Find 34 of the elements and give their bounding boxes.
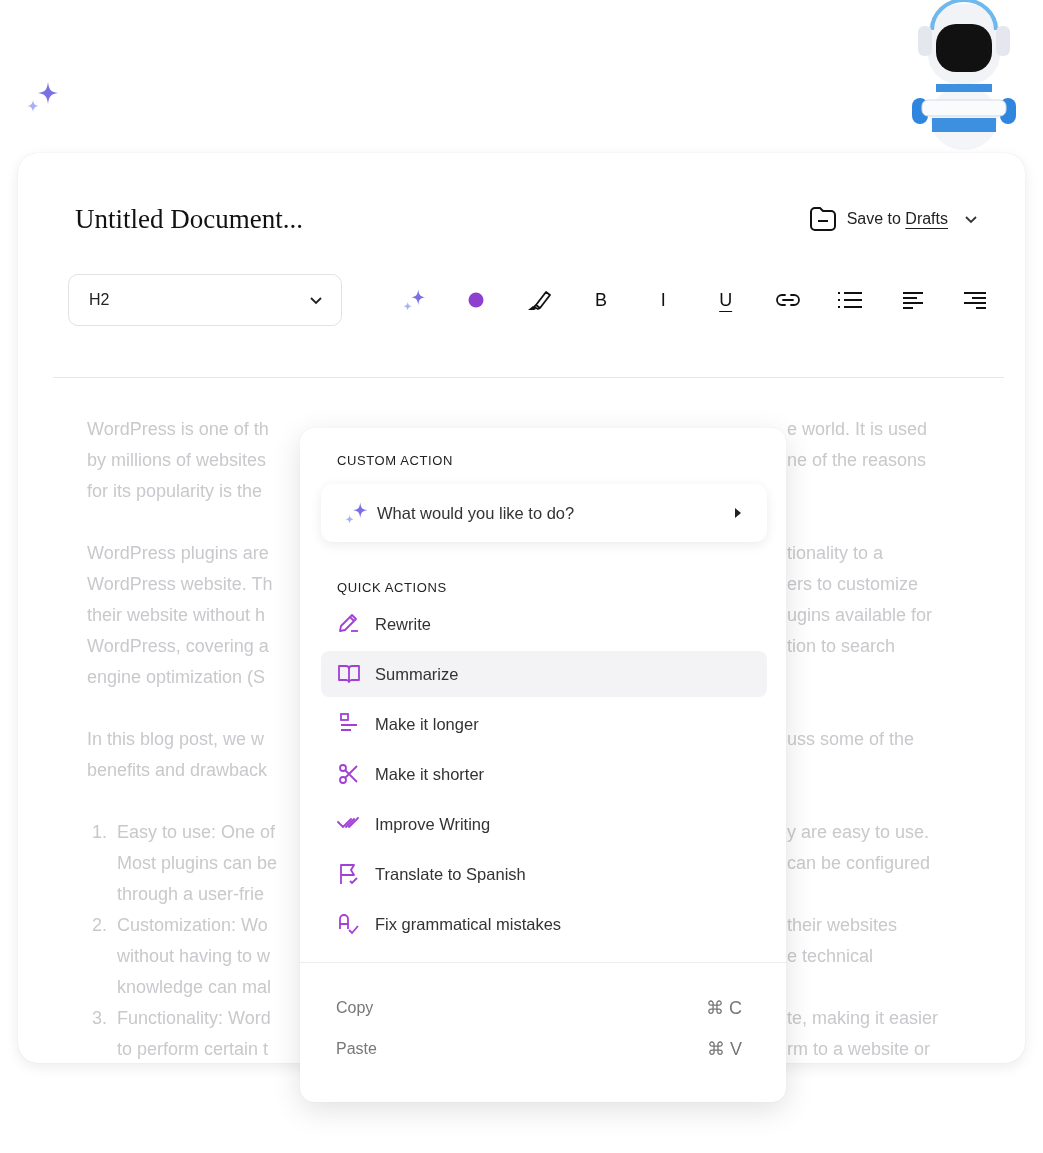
- color-dot-icon: [468, 292, 485, 308]
- quick-action-item[interactable]: Fix grammatical mistakes: [321, 901, 767, 947]
- align-left-icon: [902, 291, 923, 309]
- book-icon: [337, 662, 361, 686]
- italic-button[interactable]: I: [643, 284, 684, 316]
- highlighter-icon: [526, 289, 551, 311]
- link-icon: [774, 293, 801, 307]
- bold-button[interactable]: B: [581, 284, 621, 316]
- chevron-down-icon: [964, 214, 978, 224]
- section-heading: CUSTOM ACTION: [336, 452, 454, 468]
- underline-button[interactable]: U: [705, 284, 746, 316]
- clipboard-item[interactable]: Paste ⌘ V: [336, 1028, 742, 1069]
- spellcheck-icon: [337, 912, 361, 936]
- sparkle-icon: [401, 288, 427, 312]
- quick-action-item[interactable]: Make it shorter: [321, 751, 767, 797]
- scissors-icon: [337, 762, 361, 786]
- clipboard-item[interactable]: Copy ⌘ C: [336, 987, 742, 1028]
- caret-right-icon: [735, 508, 741, 518]
- quick-action-item[interactable]: Make it longer: [321, 701, 767, 747]
- flag-icon: [337, 862, 361, 886]
- quick-action-item[interactable]: Summarize: [321, 651, 767, 697]
- quick-action-item[interactable]: Rewrite: [321, 601, 767, 647]
- section-heading: QUICK ACTIONS: [336, 579, 448, 595]
- quick-action-item[interactable]: Improve Writing: [321, 801, 767, 847]
- quick-action-item[interactable]: Translate to Spanish: [321, 851, 767, 897]
- sparkle-icon: [343, 501, 369, 525]
- chevron-down-icon: [309, 295, 323, 305]
- document-title: Untitled Document...: [75, 203, 303, 235]
- folder-icon: [808, 206, 837, 232]
- heading-select[interactable]: H2: [68, 274, 342, 326]
- list-icon: [838, 291, 863, 309]
- align-right-icon: [963, 291, 986, 309]
- custom-action-button[interactable]: What would you like to do?: [321, 484, 767, 542]
- save-to-drafts-button[interactable]: Save to Drafts: [808, 206, 978, 232]
